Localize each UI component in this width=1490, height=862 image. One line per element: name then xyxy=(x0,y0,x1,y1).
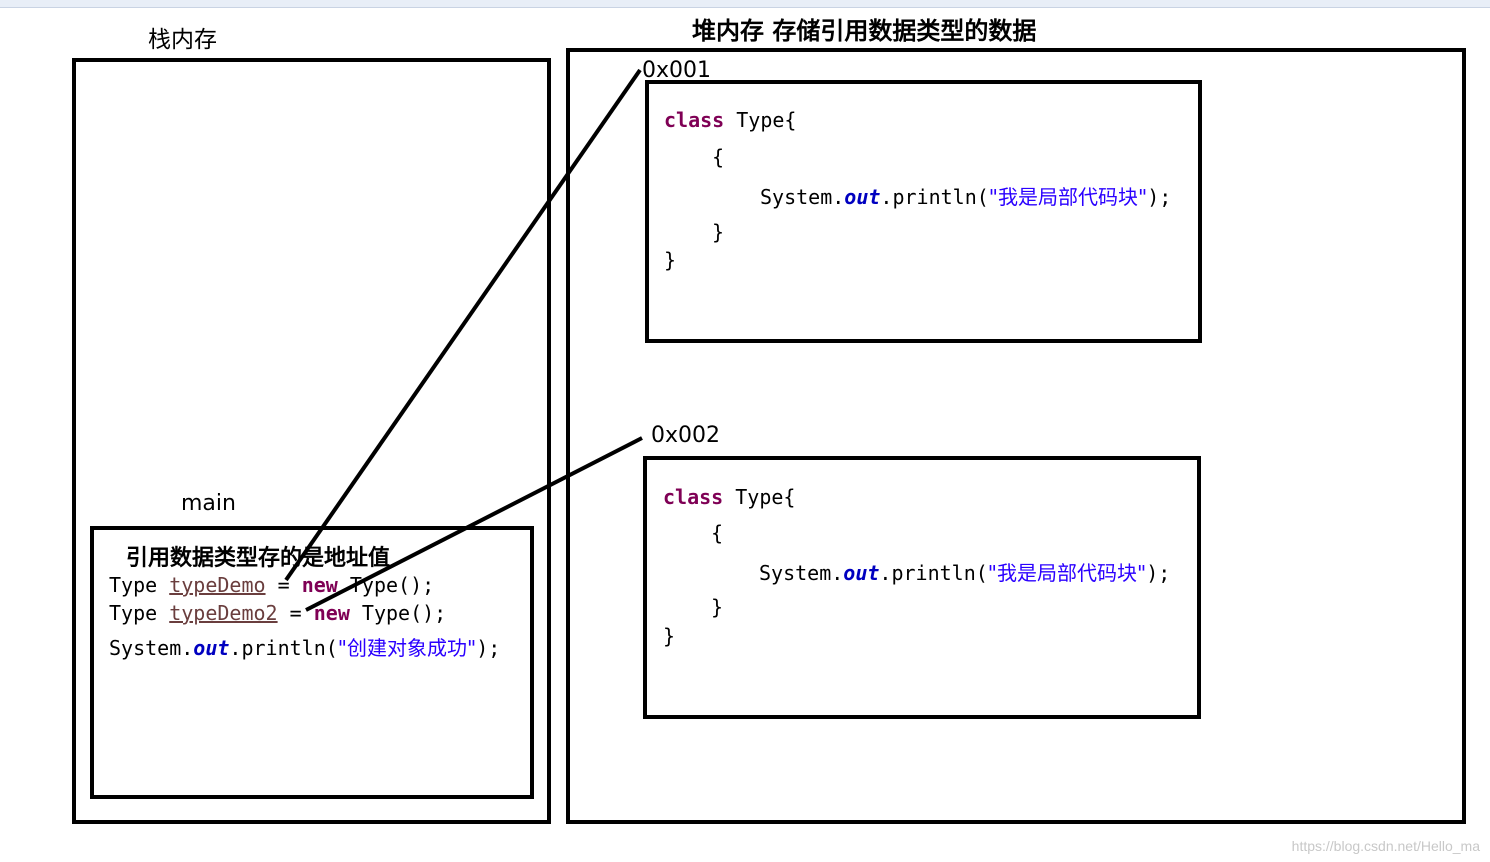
watermark: https://blog.csdn.net/Hello_ma xyxy=(1291,838,1480,854)
reference-line-typedemo2 xyxy=(305,436,643,612)
reference-lines xyxy=(284,68,643,612)
reference-line-typedemo xyxy=(284,68,642,582)
